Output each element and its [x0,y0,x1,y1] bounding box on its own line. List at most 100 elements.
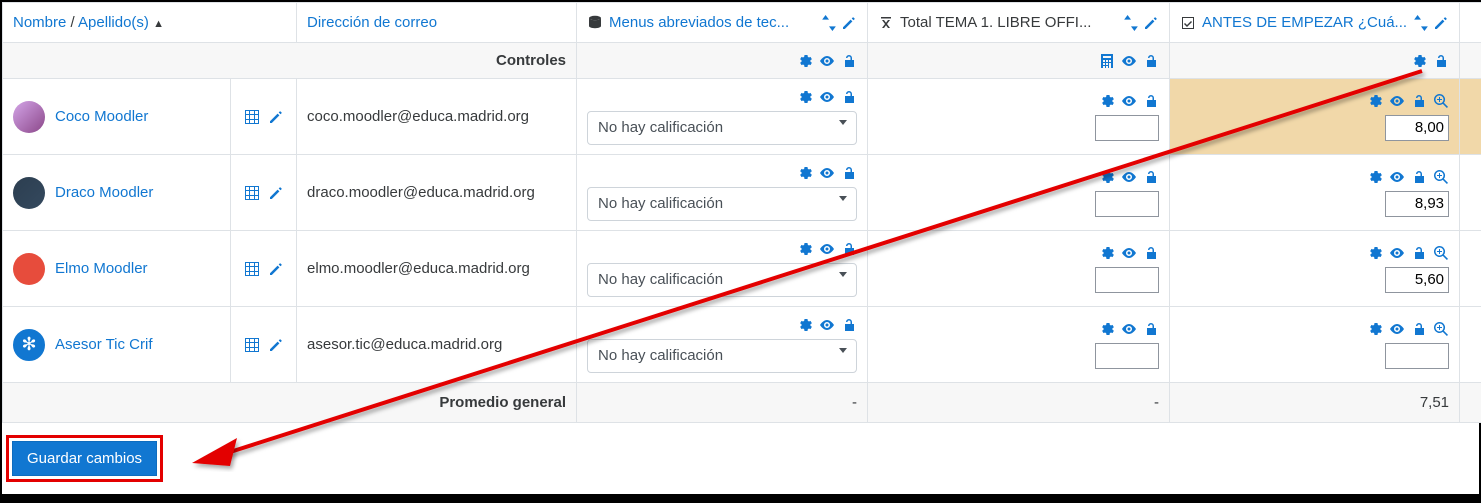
sort-surname-link[interactable]: Apellido(s) [78,14,149,31]
avatar: ✻ [13,329,45,361]
eye-icon[interactable] [819,89,835,105]
gear-icon[interactable] [797,241,813,257]
eye-icon[interactable] [1389,245,1405,261]
email-cell: asesor.tic@educa.madrid.org [297,307,577,383]
zoom-icon[interactable] [1433,93,1449,109]
lock-icon[interactable] [1433,53,1449,69]
eye-icon[interactable] [1121,93,1137,109]
gear-icon[interactable] [1411,53,1427,69]
lock-icon[interactable] [1143,321,1159,337]
user-name-link[interactable]: Draco Moodler [55,184,153,201]
gear-icon[interactable] [1367,245,1383,261]
total-input[interactable] [1095,343,1159,369]
pencil-icon[interactable] [268,185,284,201]
pencil-icon[interactable] [1143,15,1159,31]
table-row: Coco Moodler coco.moodler@educa.madrid.or… [3,79,1481,155]
lock-icon[interactable] [1411,169,1427,185]
header-email: Dirección de correo [297,3,577,43]
sort-icon[interactable] [1123,15,1139,31]
user-name-link[interactable]: Asesor Tic Crif [55,336,153,353]
eye-icon[interactable] [819,53,835,69]
lock-icon[interactable] [841,317,857,333]
pencil-icon[interactable] [268,261,284,277]
gear-icon[interactable] [797,317,813,333]
grade-select[interactable]: No hay calificación [587,187,857,221]
gear-icon[interactable] [1099,245,1115,261]
lock-icon[interactable] [1143,53,1159,69]
gear-icon[interactable] [1099,93,1115,109]
lock-icon[interactable] [1411,245,1427,261]
eye-icon[interactable] [1389,169,1405,185]
lock-icon[interactable] [1411,321,1427,337]
gear-icon[interactable] [797,53,813,69]
total-input[interactable] [1095,191,1159,217]
gear-icon[interactable] [1099,169,1115,185]
user-name-link[interactable]: Coco Moodler [55,108,148,125]
user-name-link[interactable]: Elmo Moodler [55,260,148,277]
check-icon [1180,15,1196,31]
sort-icon[interactable] [1413,15,1429,31]
total-input[interactable] [1095,267,1159,293]
gear-icon[interactable] [797,89,813,105]
gear-icon[interactable] [1367,93,1383,109]
grade-select[interactable]: No hay calificación [587,339,857,373]
header-extra [1460,3,1481,43]
grade-input[interactable] [1385,343,1449,369]
calc-icon[interactable] [1099,53,1115,69]
lock-icon[interactable] [841,89,857,105]
database-icon [587,15,603,31]
eye-icon[interactable] [1121,245,1137,261]
pencil-icon[interactable] [268,337,284,353]
save-button[interactable]: Guardar cambios [12,441,157,476]
lock-icon[interactable] [841,165,857,181]
grid-icon[interactable] [244,109,260,125]
gear-icon[interactable] [1367,321,1383,337]
lock-icon[interactable] [1143,169,1159,185]
grade-input[interactable] [1385,267,1449,293]
eye-icon[interactable] [1389,321,1405,337]
grid-icon[interactable] [244,337,260,353]
eye-icon[interactable] [1121,321,1137,337]
lock-icon[interactable] [1411,93,1427,109]
eye-icon[interactable] [819,241,835,257]
col3-link[interactable]: Menus abreviados de tec... [609,14,789,31]
pencil-icon[interactable] [841,15,857,31]
average-row: Promedio general - - 7,51 [3,383,1481,423]
zoom-icon[interactable] [1433,245,1449,261]
total-input[interactable] [1095,115,1159,141]
grid-icon[interactable] [244,185,260,201]
sort-name-link[interactable]: Nombre [13,14,66,31]
lock-icon[interactable] [1143,93,1159,109]
xbar-icon [878,15,894,31]
table-header-row: Nombre / Apellido(s) ▲ Dirección de corr… [3,3,1481,43]
gear-icon[interactable] [1367,169,1383,185]
controls-row: Controles [3,43,1481,79]
lock-icon[interactable] [841,241,857,257]
eye-icon[interactable] [819,165,835,181]
grade-select[interactable]: No hay calificación [587,263,857,297]
email-cell: draco.moodler@educa.madrid.org [297,155,577,231]
gear-icon[interactable] [1099,321,1115,337]
sort-icon[interactable] [821,15,837,31]
eye-icon[interactable] [1121,169,1137,185]
email-cell: elmo.moodler@educa.madrid.org [297,231,577,307]
table-row: Elmo Moodler elmo.moodler@educa.madrid.or… [3,231,1481,307]
lock-icon[interactable] [841,53,857,69]
grade-select[interactable]: No hay calificación [587,111,857,145]
lock-icon[interactable] [1143,245,1159,261]
grade-input[interactable] [1385,115,1449,141]
header-name: Nombre / Apellido(s) ▲ [3,3,297,43]
zoom-icon[interactable] [1433,321,1449,337]
pencil-icon[interactable] [1433,15,1449,31]
zoom-icon[interactable] [1433,169,1449,185]
grid-icon[interactable] [244,261,260,277]
pencil-icon[interactable] [268,109,284,125]
gear-icon[interactable] [797,165,813,181]
grade-input[interactable] [1385,191,1449,217]
eye-icon[interactable] [1121,53,1137,69]
email-cell: coco.moodler@educa.madrid.org [297,79,577,155]
eye-icon[interactable] [1389,93,1405,109]
eye-icon[interactable] [819,317,835,333]
col4-label: Total TEMA 1. LIBRE OFFI... [900,14,1091,31]
col5-link[interactable]: ANTES DE EMPEZAR ¿Cuá... [1202,14,1407,31]
